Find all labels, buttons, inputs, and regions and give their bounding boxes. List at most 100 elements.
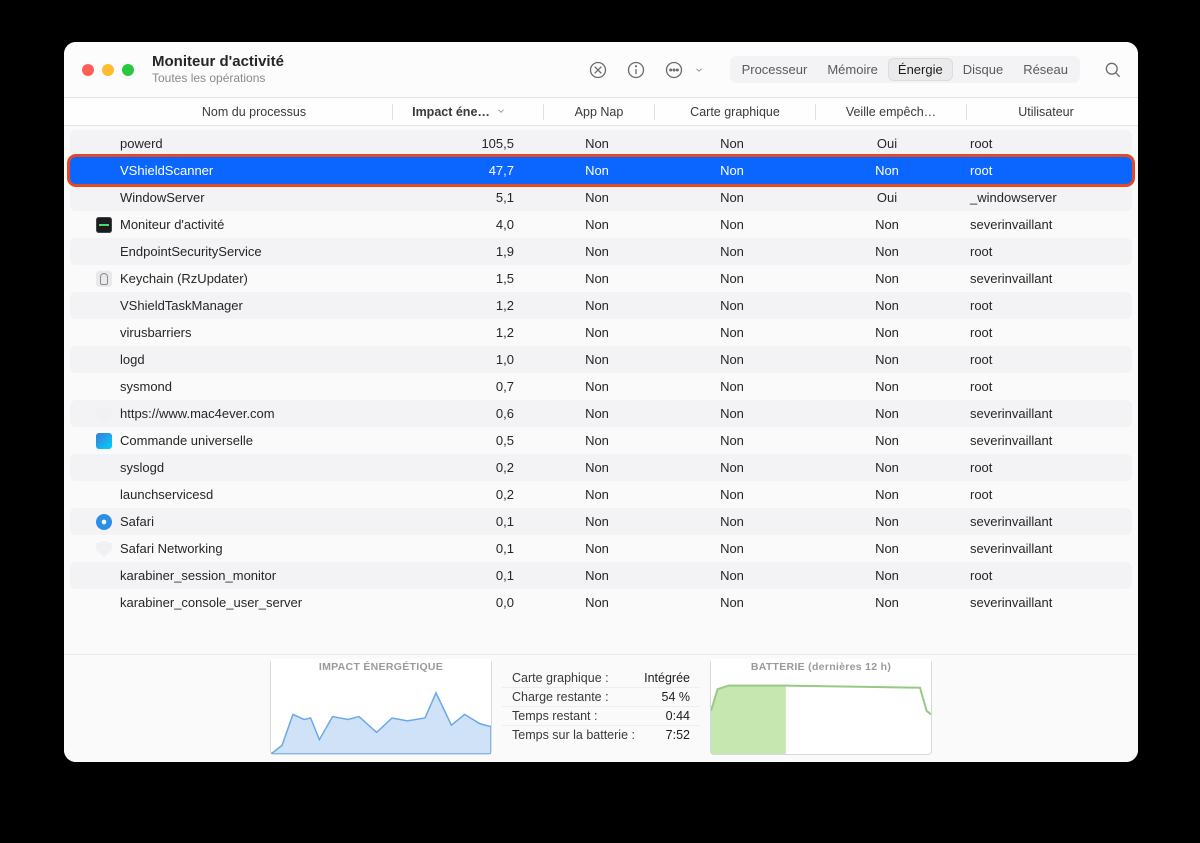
process-user: root (962, 568, 1112, 583)
title-block: Moniteur d'activité Toutes les opération… (152, 53, 284, 85)
process-appnap: Non (542, 163, 652, 178)
process-impact: 0,7 (392, 379, 542, 394)
process-row[interactable]: powerd105,5NonNonOuiroot (70, 130, 1132, 157)
process-appnap: Non (542, 514, 652, 529)
process-row[interactable]: sysmond0,7NonNonNonroot (70, 373, 1132, 400)
process-gpu: Non (652, 325, 812, 340)
process-sleep: Oui (812, 190, 962, 205)
col-header-impact[interactable]: Impact éne… (393, 105, 543, 119)
col-header-appnap[interactable]: App Nap (544, 105, 654, 119)
energy-chart-title: IMPACT ÉNERGÉTIQUE (271, 659, 491, 675)
process-row[interactable]: syslogd0,2NonNonNonroot (70, 454, 1132, 481)
process-name: karabiner_console_user_server (116, 595, 392, 610)
process-name: WindowServer (116, 190, 392, 205)
process-user: severinvaillant (962, 595, 1112, 610)
process-sleep: Non (812, 460, 962, 475)
process-row[interactable]: Safari Networking0,1NonNonNonseverinvail… (70, 535, 1132, 562)
tab-mémoire[interactable]: Mémoire (817, 58, 888, 81)
process-impact: 0,1 (392, 568, 542, 583)
process-gpu: Non (652, 406, 812, 421)
col-header-user[interactable]: Utilisateur (967, 105, 1117, 119)
process-name: karabiner_session_monitor (116, 568, 392, 583)
process-row[interactable]: VShieldScanner47,7NonNonNonroot (70, 157, 1132, 184)
process-sleep: Oui (812, 136, 962, 151)
process-name: Moniteur d'activité (116, 217, 392, 232)
minimize-window-button[interactable] (102, 64, 114, 76)
process-impact: 5,1 (392, 190, 542, 205)
process-gpu: Non (652, 514, 812, 529)
col-header-name[interactable]: Nom du processus (92, 105, 392, 119)
stat-row: Charge restante :54 % (502, 688, 700, 707)
process-appnap: Non (542, 487, 652, 502)
process-name: powerd (116, 136, 392, 151)
process-name: VShieldScanner (116, 163, 392, 178)
process-sleep: Non (812, 595, 962, 610)
process-name: https://www.mac4ever.com (116, 406, 392, 421)
process-gpu: Non (652, 217, 812, 232)
process-gpu: Non (652, 487, 812, 502)
stat-row: Temps sur la batterie :7:52 (502, 726, 700, 744)
process-sleep: Non (812, 298, 962, 313)
process-appnap: Non (542, 379, 652, 394)
activity-monitor-app-icon (96, 217, 112, 233)
zoom-window-button[interactable] (122, 64, 134, 76)
col-header-gpu[interactable]: Carte graphique (655, 105, 815, 119)
battery-chart (711, 682, 931, 754)
search-icon[interactable] (1102, 59, 1124, 81)
process-impact: 0,2 (392, 460, 542, 475)
tab-réseau[interactable]: Réseau (1013, 58, 1078, 81)
process-row[interactable]: EndpointSecurityService1,9NonNonNonroot (70, 238, 1132, 265)
process-sleep: Non (812, 568, 962, 583)
stat-key: Carte graphique : (512, 671, 609, 685)
process-row[interactable]: virusbarriers1,2NonNonNonroot (70, 319, 1132, 346)
process-sleep: Non (812, 379, 962, 394)
info-icon[interactable] (626, 60, 646, 80)
chevron-down-icon[interactable] (694, 65, 704, 75)
close-window-button[interactable] (82, 64, 94, 76)
process-appnap: Non (542, 433, 652, 448)
process-row[interactable]: Keychain (RzUpdater)1,5NonNonNonseverinv… (70, 265, 1132, 292)
process-impact: 47,7 (392, 163, 542, 178)
process-row[interactable]: logd1,0NonNonNonroot (70, 346, 1132, 373)
process-row[interactable]: Moniteur d'activité4,0NonNonNonseverinva… (70, 211, 1132, 238)
app-title: Moniteur d'activité (152, 53, 284, 71)
process-appnap: Non (542, 136, 652, 151)
tab-processeur[interactable]: Processeur (732, 58, 818, 81)
universal-control-app-icon (96, 433, 112, 449)
process-name: syslogd (116, 460, 392, 475)
process-gpu: Non (652, 244, 812, 259)
process-gpu: Non (652, 163, 812, 178)
process-gpu: Non (652, 271, 812, 286)
process-gpu: Non (652, 298, 812, 313)
process-impact: 1,0 (392, 352, 542, 367)
process-row[interactable]: karabiner_session_monitor0,1NonNonNonroo… (70, 562, 1132, 589)
tab-énergie[interactable]: Énergie (888, 58, 953, 81)
process-sleep: Non (812, 541, 962, 556)
process-row[interactable]: karabiner_console_user_server0,0NonNonNo… (70, 589, 1132, 616)
process-sleep: Non (812, 514, 962, 529)
process-sleep: Non (812, 163, 962, 178)
process-row[interactable]: WindowServer5,1NonNonOui_windowserver (70, 184, 1132, 211)
stop-process-icon[interactable] (588, 60, 608, 80)
sort-indicator-icon (496, 105, 506, 119)
view-tabs: ProcesseurMémoireÉnergieDisqueRéseau (730, 56, 1080, 83)
process-row[interactable]: Commande universelle0,5NonNonNonseverinv… (70, 427, 1132, 454)
process-user: root (962, 379, 1112, 394)
process-impact: 0,6 (392, 406, 542, 421)
process-appnap: Non (542, 325, 652, 340)
process-gpu: Non (652, 433, 812, 448)
process-impact: 1,5 (392, 271, 542, 286)
process-row[interactable]: https://www.mac4ever.com0,6NonNonNonseve… (70, 400, 1132, 427)
process-impact: 1,9 (392, 244, 542, 259)
col-header-sleep[interactable]: Veille empêch… (816, 105, 966, 119)
process-row[interactable]: VShieldTaskManager1,2NonNonNonroot (70, 292, 1132, 319)
stat-key: Temps sur la batterie : (512, 728, 635, 742)
tab-disque[interactable]: Disque (953, 58, 1013, 81)
process-impact: 0,5 (392, 433, 542, 448)
process-user: root (962, 163, 1112, 178)
process-row[interactable]: launchservicesd0,2NonNonNonroot (70, 481, 1132, 508)
process-row[interactable]: Safari0,1NonNonNonseverinvaillant (70, 508, 1132, 535)
more-options-icon[interactable] (664, 60, 684, 80)
process-gpu: Non (652, 190, 812, 205)
process-gpu: Non (652, 352, 812, 367)
